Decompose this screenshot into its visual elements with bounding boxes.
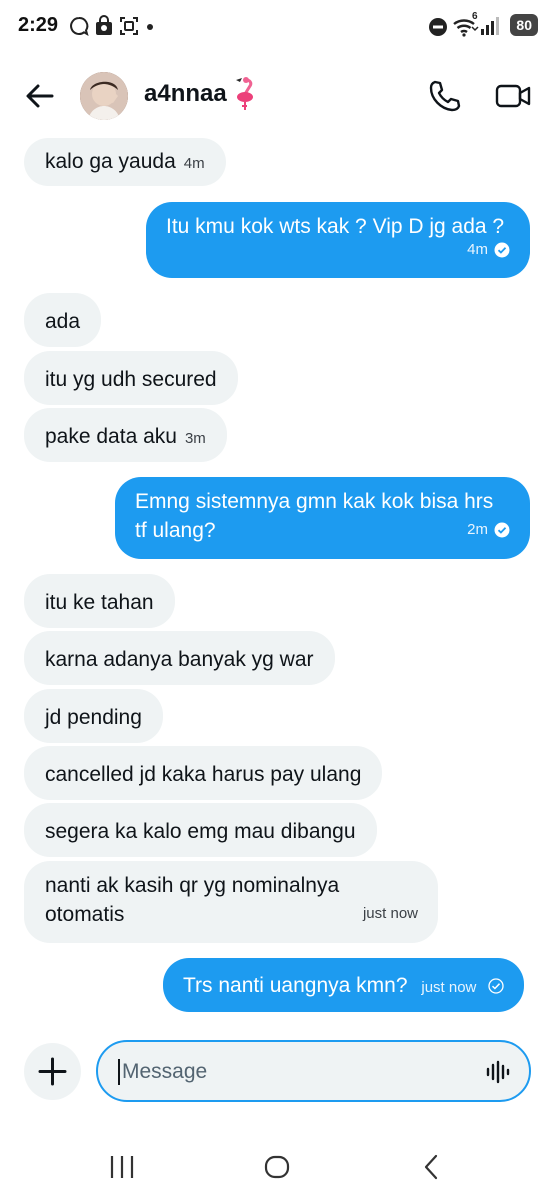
message-text: cancelled jd kaka harus pay ulang	[45, 763, 362, 786]
add-attachment-button[interactable]	[24, 1043, 81, 1100]
message-placeholder: Message	[122, 1060, 208, 1083]
recent-apps-icon[interactable]	[108, 1154, 136, 1180]
message-time: 4m	[467, 241, 488, 258]
video-call-icon[interactable]	[494, 80, 532, 112]
read-check-icon	[494, 242, 510, 257]
message-bubble-incoming[interactable]: itu ke tahan	[24, 574, 175, 628]
message-time: 4m	[183, 155, 205, 172]
chat-notification-icon	[70, 17, 89, 37]
read-check-icon	[494, 522, 510, 537]
message-time: just now	[362, 905, 418, 922]
message-text: Itu kmu kok wts kak ? Vip D jg ada ?	[166, 215, 505, 238]
message-bubble-outgoing[interactable]: Emng sistemnya gmn kak kok bisa hrs tf u…	[115, 477, 530, 559]
battery-indicator: 80	[510, 14, 538, 36]
nav-back-icon[interactable]	[420, 1152, 444, 1182]
network-type-label: 6	[472, 11, 478, 22]
notification-dot	[147, 24, 153, 30]
message-text: itu ke tahan	[45, 591, 154, 614]
signal-icon	[481, 17, 499, 35]
status-time: 2:29	[18, 14, 59, 36]
message-bubble-outgoing[interactable]: Trs nanti uangnya kmn? just now	[163, 958, 525, 1012]
screen-capture-icon	[120, 17, 138, 35]
home-icon[interactable]	[263, 1154, 291, 1180]
conversation-header: a4nnaa	[0, 64, 554, 128]
contact-name[interactable]: a4nnaa	[144, 80, 227, 108]
back-arrow-icon[interactable]	[22, 78, 58, 114]
message-bubble-incoming[interactable]: ada	[24, 293, 102, 347]
plus-icon	[38, 1057, 67, 1086]
message-bubble-incoming[interactable]: cancelled jd kaka harus pay ulang	[24, 746, 383, 800]
message-bubble-incoming[interactable]: segera ka kalo emg mau dibangu	[24, 803, 377, 857]
message-text: jd pending	[45, 706, 142, 729]
message-text: itu yg udh secured	[45, 368, 217, 391]
message-bubble-outgoing[interactable]: Itu kmu kok wts kak ? Vip D jg ada ? 4m	[146, 202, 530, 278]
message-text: Trs nanti uangnya kmn?	[183, 974, 408, 997]
status-bar: 2:29 6 80	[0, 0, 554, 56]
shopping-bag-icon	[96, 15, 112, 35]
message-bubble-incoming[interactable]: pake data aku 3m	[24, 408, 227, 462]
sent-check-icon	[488, 978, 504, 995]
text-cursor	[118, 1059, 120, 1085]
waveform-icon[interactable]	[485, 1060, 511, 1084]
message-bubble-incoming[interactable]: jd pending	[24, 689, 163, 743]
message-text: kalo ga yauda	[45, 150, 176, 173]
message-list[interactable]: kalo ga yauda 4m Itu kmu kok wts kak ? Vi…	[0, 128, 554, 1028]
message-text: pake data aku	[45, 425, 177, 448]
message-bubble-incoming[interactable]: itu yg udh secured	[24, 351, 238, 405]
avatar[interactable]	[80, 72, 128, 120]
message-bubble-incoming[interactable]: karna adanya banyak yg war	[24, 631, 335, 685]
phone-call-icon[interactable]	[426, 78, 462, 114]
message-time: 3m	[184, 430, 206, 447]
message-time: 2m	[467, 521, 488, 538]
message-bubble-incoming[interactable]: nanti ak kasih qr yg nominalnya otomatis…	[24, 861, 438, 943]
message-text: ada	[45, 310, 81, 333]
message-text: nanti ak kasih qr yg nominalnya otomatis	[45, 874, 340, 926]
message-bubble-incoming[interactable]: kalo ga yauda 4m	[24, 138, 226, 186]
flamingo-icon	[236, 77, 253, 110]
message-input[interactable]: Message	[96, 1040, 531, 1102]
system-navigation-bar	[0, 1140, 554, 1200]
message-text: Emng sistemnya gmn kak kok bisa hrs tf u…	[135, 490, 494, 542]
message-time: just now	[421, 979, 477, 996]
message-text: segera ka kalo emg mau dibangu	[45, 820, 356, 843]
message-text: karna adanya banyak yg war	[45, 648, 314, 671]
do-not-disturb-icon	[429, 18, 447, 36]
